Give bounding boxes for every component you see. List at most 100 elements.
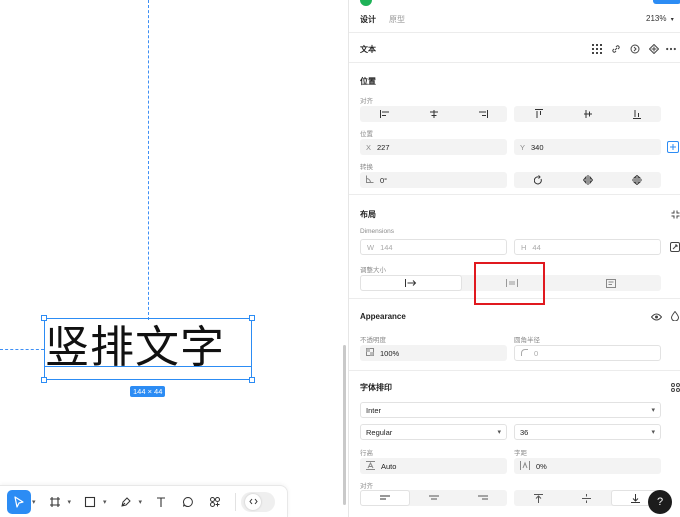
position-section-title: 位置	[360, 77, 376, 86]
scrollbar[interactable]	[343, 345, 346, 505]
corner-radius-icon	[521, 348, 528, 358]
constraints-icon[interactable]	[667, 141, 679, 153]
text-align-center-icon	[429, 495, 440, 499]
rotate-icon	[534, 175, 542, 185]
letter-spacing-icon	[520, 460, 530, 472]
shape-tool[interactable]: ▾	[78, 490, 111, 514]
text-align-left-button[interactable]	[360, 490, 411, 506]
frame-icon	[43, 490, 67, 514]
chevron-down-icon[interactable]: ▾	[103, 498, 107, 506]
rotation-value: 0°	[380, 175, 388, 185]
align-bottom-button[interactable]	[612, 106, 661, 122]
more-options-icon[interactable]	[665, 43, 677, 55]
text-tool[interactable]	[149, 490, 173, 514]
font-weight-select[interactable]: Regular ▾	[360, 424, 507, 440]
text-align-center-button[interactable]	[410, 490, 458, 506]
text-align-top-button[interactable]	[514, 490, 562, 506]
plugins-tool[interactable]	[203, 490, 227, 514]
text-align-middle-button[interactable]	[562, 490, 610, 506]
align-right-button[interactable]	[458, 106, 507, 122]
text-align-horizontal-group	[360, 490, 507, 506]
pen-tool[interactable]: ▾	[114, 490, 147, 514]
opacity-value: 100%	[380, 348, 400, 358]
help-button[interactable]: ?	[648, 490, 672, 514]
align-center-h-button[interactable]	[409, 106, 458, 122]
component-instance-icon[interactable]	[629, 43, 641, 55]
radius-label: 圆角半径	[514, 337, 540, 344]
collapse-icon[interactable]	[669, 208, 680, 220]
rectangle-icon	[78, 490, 102, 514]
h-prefix: H	[521, 242, 527, 252]
frame-tool[interactable]: ▾	[43, 490, 76, 514]
letter-spacing-field[interactable]: 0%	[514, 458, 661, 474]
move-tool[interactable]: ▾	[7, 489, 40, 514]
chevron-down-icon: ▾	[497, 429, 501, 436]
appearance-section-title: Appearance	[360, 312, 406, 321]
resize-handle-bottom-left[interactable]	[41, 377, 47, 383]
horizontal-guide-line	[0, 349, 44, 350]
flip-vertical-button[interactable]	[612, 172, 661, 188]
align-left-icon	[379, 110, 389, 118]
chevron-down-icon[interactable]: ▾	[32, 498, 36, 506]
text-layer-content[interactable]: 竖排文字	[45, 320, 251, 376]
fixed-size-button[interactable]	[561, 275, 661, 291]
line-height-label: 行高	[360, 450, 373, 457]
resize-handle-top-right[interactable]	[249, 315, 255, 321]
align-top-button[interactable]	[514, 106, 563, 122]
typography-section: 字体排印 Inter ▾ Regular ▾ 36 ▾ 行高 字距 Auto 0…	[349, 370, 680, 517]
text-align-bottom-icon	[631, 493, 641, 503]
x-position-field[interactable]: X 227	[360, 139, 507, 155]
align-middle-button[interactable]	[563, 106, 612, 122]
toolbar-divider	[235, 492, 237, 511]
flip-horizontal-button[interactable]	[563, 172, 612, 188]
component-icon[interactable]	[648, 43, 660, 55]
grid-icon[interactable]	[591, 43, 603, 55]
opacity-icon	[366, 348, 374, 358]
fixed-size-icon	[606, 278, 617, 288]
text-icon	[149, 490, 173, 514]
plugins-icon	[203, 490, 227, 514]
width-field[interactable]: W 144	[360, 239, 507, 255]
align-left-button[interactable]	[360, 106, 409, 122]
blend-mode-icon[interactable]	[669, 310, 680, 322]
chevron-down-icon: ▾	[670, 17, 674, 23]
comment-tool[interactable]	[176, 490, 200, 514]
tab-prototype[interactable]: 原型	[389, 14, 405, 25]
text-section: 文本	[349, 32, 680, 62]
resize-handle-bottom-right[interactable]	[249, 377, 255, 383]
share-button[interactable]	[653, 0, 680, 4]
resize-to-fit-icon[interactable]	[669, 241, 680, 253]
font-family-select[interactable]: Inter ▾	[360, 402, 661, 418]
dev-mode-toggle[interactable]	[241, 491, 276, 512]
canvas[interactable]: 竖排文字 144 × 44 ▾ ▾ ▾ ▾	[0, 0, 343, 517]
tab-design[interactable]: 设计	[360, 14, 376, 25]
font-size-select[interactable]: 36 ▾	[514, 424, 661, 440]
line-height-field[interactable]: Auto	[360, 458, 507, 474]
angle-icon	[366, 175, 374, 185]
rotation-field[interactable]: 0°	[360, 172, 507, 188]
selected-text-layer[interactable]: 竖排文字	[41, 315, 255, 383]
dimension-badge: 144 × 44	[130, 386, 166, 397]
resize-handle-top-left[interactable]	[41, 315, 47, 321]
rotate-button[interactable]	[514, 172, 563, 188]
chevron-down-icon[interactable]: ▾	[68, 498, 72, 506]
position-label: 位置	[360, 131, 373, 138]
eye-icon[interactable]	[650, 311, 662, 323]
text-align-right-button[interactable]	[459, 490, 507, 506]
dimensions-label: Dimensions	[360, 228, 394, 235]
y-prefix: Y	[520, 142, 526, 152]
chevron-down-icon[interactable]: ▾	[139, 498, 143, 506]
text-styles-icon[interactable]	[669, 381, 680, 393]
corner-radius-field[interactable]: 0	[514, 345, 661, 361]
line-height-icon	[366, 460, 375, 472]
font-family-value: Inter	[366, 405, 382, 415]
y-position-field[interactable]: Y 340	[514, 139, 661, 155]
text-align-right-icon	[477, 495, 488, 499]
zoom-level[interactable]: 213% ▾	[646, 14, 674, 23]
opacity-field[interactable]: 100%	[360, 345, 507, 361]
font-size-value: 36	[520, 427, 529, 437]
height-field[interactable]: H 44	[514, 239, 661, 255]
link-icon[interactable]	[610, 43, 622, 55]
auto-width-button[interactable]	[360, 275, 462, 291]
align-right-icon	[478, 110, 488, 118]
